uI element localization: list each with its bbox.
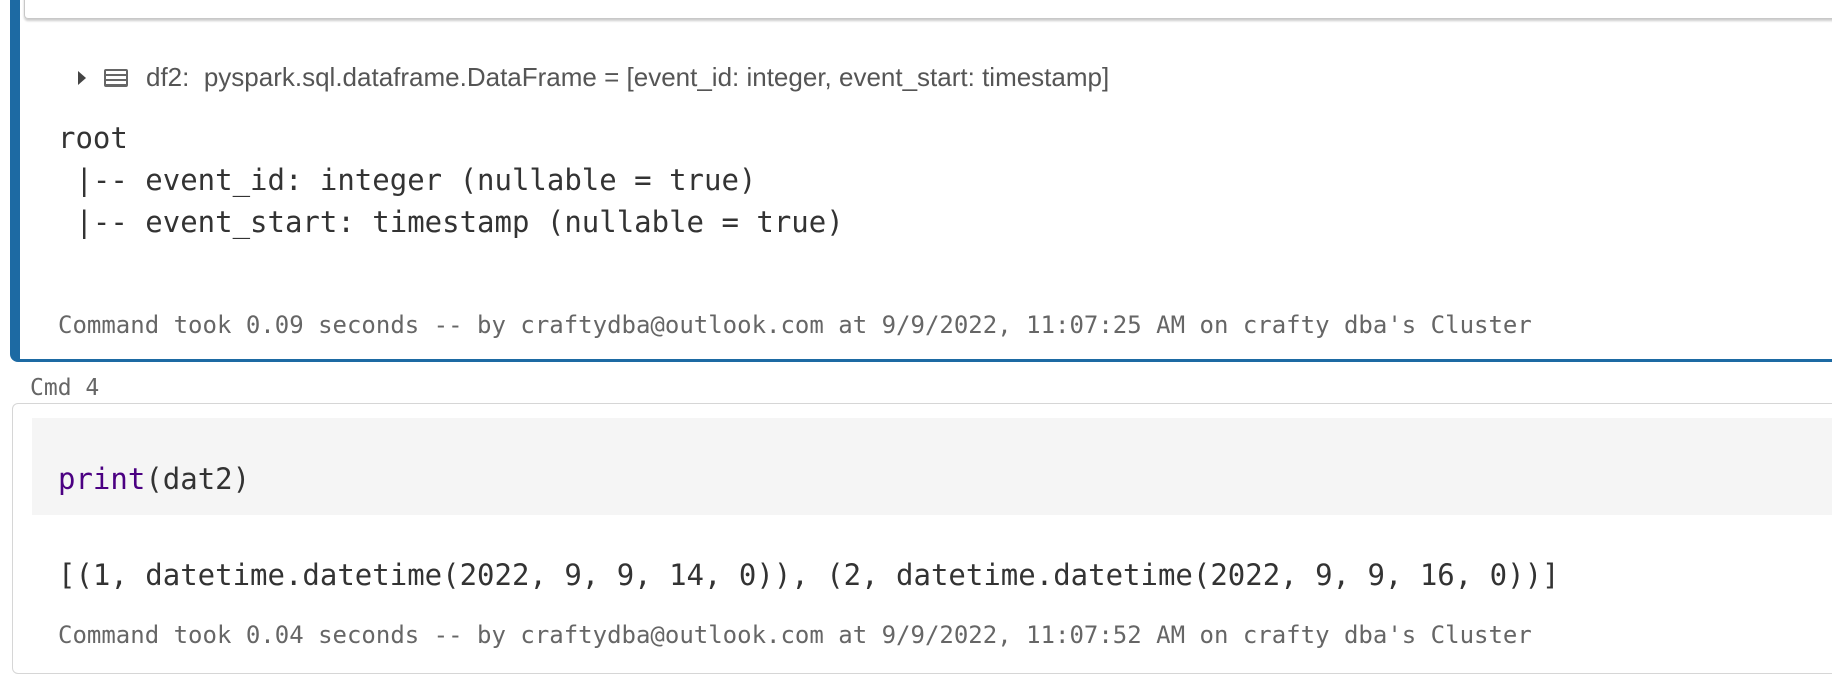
table-icon xyxy=(104,68,128,87)
code-editor-cmd4[interactable] xyxy=(32,418,1832,515)
command-status: Command took 0.04 seconds -- by craftydb… xyxy=(58,621,1532,649)
code-line[interactable]: print(dat2) xyxy=(58,465,250,494)
code-args: (dat2) xyxy=(145,462,251,496)
code-editor-cmd3[interactable] xyxy=(24,0,1832,19)
output-line: |-- event_id: integer (nullable = true) xyxy=(58,163,757,197)
cell-label: Cmd 4 xyxy=(30,375,100,401)
cell-output: [(1, datetime.datetime(2022, 9, 9, 14, 0… xyxy=(58,558,1560,592)
dataframe-name: df2: xyxy=(146,62,190,92)
command-status: Command took 0.09 seconds -- by craftydb… xyxy=(58,311,1532,339)
dataframe-schema: pyspark.sql.dataframe.DataFrame = [event… xyxy=(203,62,1110,92)
dataframe-schema-summary: df2: pyspark.sql.dataframe.DataFrame = [… xyxy=(78,62,1109,93)
code-keyword: print xyxy=(58,462,146,496)
output-line: |-- event_start: timestamp (nullable = t… xyxy=(58,205,844,239)
output-line: root xyxy=(58,121,128,155)
expand-triangle-icon[interactable] xyxy=(78,70,86,85)
